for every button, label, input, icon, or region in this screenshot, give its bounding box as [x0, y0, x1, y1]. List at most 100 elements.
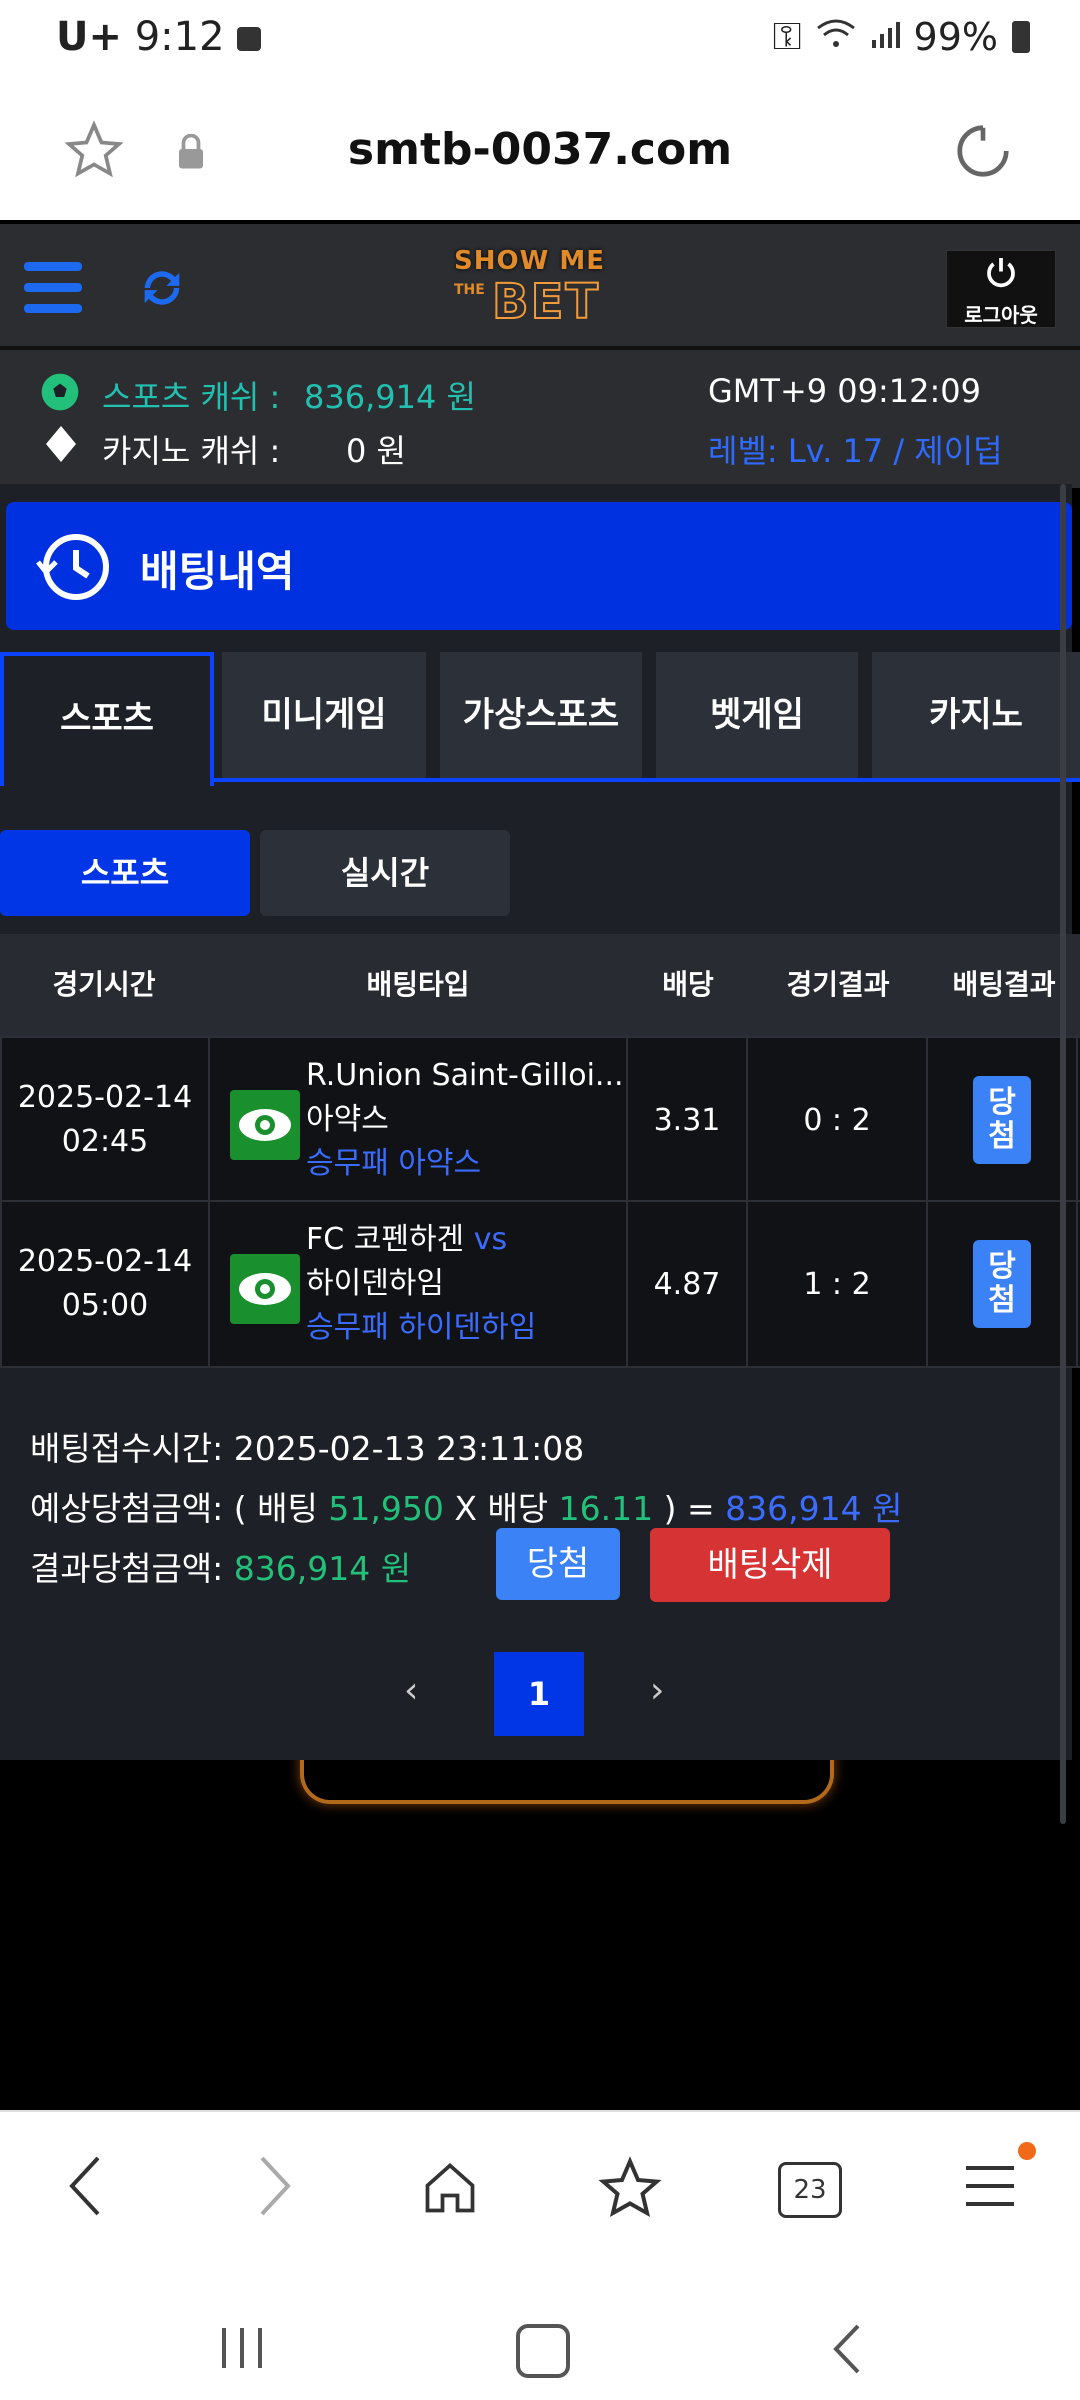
menu-icon[interactable]	[24, 260, 82, 320]
col-bet-result: 배팅결과	[952, 968, 1056, 1001]
bet-result-cell: 당첨	[928, 1202, 1078, 1366]
subtab-live[interactable]: 실시간	[260, 830, 510, 916]
game-time-cell: 2025-02-14 02:45	[0, 1038, 210, 1202]
soccer-ball-icon	[40, 372, 80, 416]
tab-sports[interactable]: 스포츠	[0, 652, 214, 786]
bookmarks-icon[interactable]	[598, 2156, 662, 2224]
refresh-icon[interactable]	[136, 262, 188, 318]
status-time: U+ 9:12	[56, 14, 262, 60]
away-team: 아약스	[306, 1102, 389, 1137]
home-team: FC 코펜하겐	[306, 1222, 465, 1257]
eye-icon[interactable]	[230, 1090, 300, 1160]
tabs-count: 23	[793, 2175, 827, 2205]
carrier-label: U+	[56, 14, 122, 60]
expected-payout-line: 예상당첨금액: ( 배팅 51,950 X 배당 16.11 ) = 836,9…	[30, 1482, 903, 1530]
col-bet-type: 배팅타입	[366, 968, 470, 1001]
result-payout-line: 결과당첨금액: 836,914 원	[30, 1542, 411, 1590]
score-cell: 0 : 2	[748, 1038, 928, 1202]
game-time: 02:45	[61, 1124, 149, 1159]
url-text[interactable]: smtb-0037.com	[0, 124, 1080, 175]
delete-bet-button[interactable]: 배팅삭제	[650, 1528, 890, 1602]
server-time: GMT+9 09:12:09	[708, 372, 982, 410]
logout-label: 로그아웃	[964, 303, 1038, 327]
notification-dot	[1018, 2142, 1036, 2160]
forward-icon[interactable]	[252, 2154, 296, 2222]
status-bar: U+ 9:12 ⚿ 99%	[0, 0, 1080, 80]
scrollbar[interactable]	[1060, 484, 1066, 1824]
table-header: 경기시간 배팅타입 배당 경기결과 배팅결과	[0, 934, 1080, 1036]
recent-apps-icon[interactable]	[218, 2326, 266, 2374]
table-row: 2025-02-14 05:00 FC 코펜하겐 vs 하이덴하임 승무패 하이…	[0, 1200, 1080, 1368]
clock: 9:12	[134, 14, 225, 60]
logout-button[interactable]: 로그아웃	[946, 250, 1056, 328]
win-badge: 당첨	[973, 1240, 1031, 1328]
sports-cash-value: 836,914 원	[304, 378, 476, 416]
tab-virtual-sports[interactable]: 가상스포츠	[440, 652, 642, 778]
home-icon[interactable]	[420, 2158, 480, 2222]
game-time-cell: 2025-02-14 05:00	[0, 1202, 210, 1366]
game-date: 2025-02-14	[17, 1244, 193, 1279]
wifi-icon	[816, 15, 856, 59]
page-number-current[interactable]: 1	[494, 1652, 584, 1736]
battery-icon	[1012, 20, 1030, 53]
back-icon[interactable]	[64, 2154, 108, 2222]
stake-label: ( 배팅	[233, 1489, 318, 1528]
home-team: R.Union Saint-Gilloi...	[306, 1058, 624, 1093]
equals-label: ) =	[663, 1489, 715, 1528]
system-back-icon[interactable]	[830, 2322, 864, 2380]
total-odds-value: 16.11	[558, 1489, 654, 1528]
accept-time-label: 배팅접수시간:	[30, 1429, 224, 1468]
accept-time-value: 2025-02-13 23:11:08	[233, 1429, 585, 1468]
vs-label: vs	[473, 1222, 508, 1257]
power-icon	[987, 258, 1015, 288]
page-title-bar: 배팅내역	[6, 502, 1072, 630]
battery-percent: 99%	[913, 14, 998, 59]
tab-betgame[interactable]: 벳게임	[656, 652, 858, 778]
browser-menu-icon[interactable]	[962, 2162, 1018, 2216]
site-logo[interactable]: SHOW ME THE BET	[448, 246, 632, 331]
tab-underline	[214, 778, 1080, 782]
tab-minigame[interactable]: 미니게임	[222, 652, 426, 778]
browser-address-bar: smtb-0037.com	[0, 80, 1080, 220]
signal-icon	[870, 15, 900, 59]
casino-cash-label: 카지노 캐쉬 :	[102, 432, 281, 470]
bet-pick: 승무패 아약스	[306, 1146, 482, 1181]
tabs-icon[interactable]: 23	[778, 2162, 842, 2218]
bet-pick: 승무패 하이덴하임	[306, 1310, 537, 1345]
col-game-time: 경기시간	[52, 968, 156, 1001]
browser-toolbar: 23	[0, 2110, 1080, 2292]
prev-page-icon[interactable]: ‹	[404, 1670, 418, 1711]
screenshot-icon	[237, 27, 262, 51]
status-icons: ⚿ 99%	[773, 14, 1030, 59]
betting-history-panel: 배팅내역 스포츠 미니게임 가상스포츠 벳게임 카지노 스포츠 실시간 경기시간…	[0, 484, 1080, 1760]
odds-cell: 3.31	[628, 1038, 748, 1202]
diamond-icon	[46, 426, 76, 466]
system-navigation	[0, 2290, 1080, 2400]
score-cell: 1 : 2	[748, 1202, 928, 1366]
win-status-button[interactable]: 당첨	[496, 1528, 620, 1600]
reload-icon[interactable]	[952, 120, 1014, 186]
odds-cell: 4.87	[628, 1202, 748, 1366]
result-value: 836,914 원	[233, 1549, 412, 1588]
result-label: 결과당첨금액:	[30, 1549, 224, 1588]
site-header: SHOW ME THE BET 로그아웃	[0, 220, 1080, 350]
sports-cash-label: 스포츠 캐쉬 :	[102, 378, 281, 416]
user-level[interactable]: 레벨: Lv. 17 / 제이덥	[708, 426, 1003, 472]
bet-result-cell: 당첨	[928, 1038, 1078, 1202]
expected-label: 예상당첨금액:	[30, 1489, 224, 1528]
logo-text-top: SHOW ME	[454, 246, 605, 276]
eye-icon[interactable]	[230, 1254, 300, 1324]
times-label: X 배당	[454, 1489, 549, 1528]
logo-text-bottom: BET	[491, 273, 601, 331]
next-page-icon[interactable]: ›	[650, 1670, 664, 1711]
system-home-icon[interactable]	[516, 2324, 570, 2378]
tab-casino[interactable]: 카지노	[872, 652, 1080, 778]
win-badge: 당첨	[973, 1076, 1031, 1164]
logo-text-mid: THE	[454, 282, 485, 298]
key-icon: ⚿	[772, 14, 802, 58]
match-info: R.Union Saint-Gilloi... 아약스 승무패 아약스	[306, 1054, 624, 1186]
subtab-sports[interactable]: 스포츠	[0, 830, 250, 916]
account-info-bar: 스포츠 캐쉬 : 836,914 원 카지노 캐쉬 : 0 원 GMT+9 09…	[0, 346, 1080, 488]
table-row: 2025-02-14 02:45 R.Union Saint-Gilloi...…	[0, 1036, 1080, 1202]
game-tabs: 스포츠 미니게임 가상스포츠 벳게임 카지노	[0, 652, 1080, 786]
